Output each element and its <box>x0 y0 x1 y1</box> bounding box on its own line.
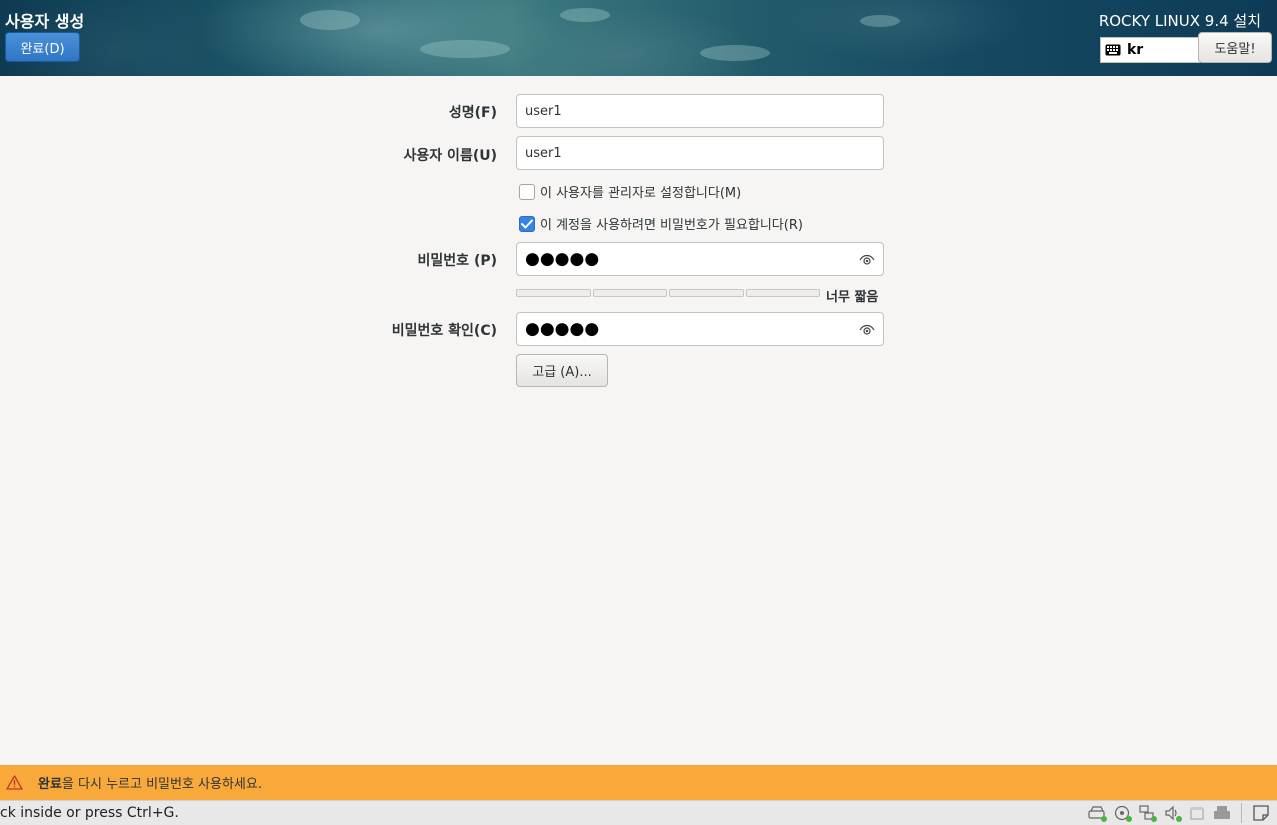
printer-icon[interactable] <box>1212 803 1232 823</box>
activity-dot <box>1151 816 1157 822</box>
activity-dot <box>1176 816 1182 822</box>
admin-checkbox[interactable] <box>519 183 535 200</box>
help-button[interactable]: 도움말! <box>1198 32 1272 63</box>
username-label: 사용자 이름(U) <box>403 148 497 164</box>
strength-segment <box>669 289 744 297</box>
keyboard-icon <box>1105 44 1121 56</box>
vm-device-icons <box>1087 803 1271 823</box>
cd-drive-icon[interactable] <box>1112 803 1132 823</box>
require-password-checkbox[interactable] <box>519 215 535 232</box>
activity-dot <box>1126 816 1132 822</box>
password-mask: ●●●●● <box>525 249 600 269</box>
header-texture <box>300 10 360 30</box>
password-strength-bar <box>516 289 820 297</box>
vm-hint-text: ck inside or press Ctrl+G. <box>0 805 179 821</box>
require-password-checkbox-label: 이 계정을 사용하려면 비밀번호가 필요합니다(R) <box>540 218 803 233</box>
strength-segment <box>592 289 667 297</box>
admin-checkbox-label: 이 사용자를 관리자로 설정합니다(M) <box>540 186 742 201</box>
header-texture <box>860 15 900 27</box>
network-icon[interactable] <box>1137 803 1157 823</box>
vm-status-bar: ck inside or press Ctrl+G. <box>0 800 1277 825</box>
show-confirm-password-eye-icon[interactable] <box>859 322 875 338</box>
warning-icon <box>6 775 23 790</box>
show-password-eye-icon[interactable] <box>859 252 875 268</box>
product-title: ROCKY LINUX 9.4 설치 <box>1098 12 1261 30</box>
warning-text: 을 다시 누르고 비밀번호 사용하세요. <box>61 777 262 792</box>
password-field[interactable]: ●●●●● <box>516 242 884 276</box>
admin-checkbox-row[interactable]: 이 사용자를 관리자로 설정합니다(M) <box>519 182 741 201</box>
activity-dot <box>1101 816 1107 822</box>
status-separator <box>1241 803 1242 823</box>
username-field[interactable]: user1 <box>516 136 884 170</box>
confirm-password-label: 비밀번호 확인(C) <box>391 323 497 339</box>
installer-header: 사용자 생성 완료(D) ROCKY LINUX 9.4 설치 kr 도움말! <box>0 0 1277 76</box>
warning-bold-text: 완료 <box>38 777 62 792</box>
fullname-label: 성명(F) <box>448 105 497 121</box>
page-title: 사용자 생성 <box>5 12 85 31</box>
confirm-password-mask: ●●●●● <box>525 319 600 339</box>
confirm-password-field[interactable]: ●●●●● <box>516 312 884 346</box>
keyboard-layout-label: kr <box>1127 42 1144 58</box>
keyboard-layout-indicator[interactable]: kr <box>1100 37 1200 63</box>
usb-icon[interactable] <box>1187 803 1207 823</box>
header-texture <box>560 8 610 22</box>
password-strength-text: 너무 짧음 <box>826 290 879 305</box>
header-texture <box>420 40 510 58</box>
fullname-field[interactable]: user1 <box>516 94 884 128</box>
password-label: 비밀번호 (P) <box>417 253 497 269</box>
hard-disk-icon[interactable] <box>1087 803 1107 823</box>
notes-icon[interactable] <box>1251 803 1271 823</box>
done-button[interactable]: 완료(D) <box>5 32 80 62</box>
warning-bar: 완료 을 다시 누르고 비밀번호 사용하세요. <box>0 765 1277 800</box>
advanced-button[interactable]: 고급 (A)... <box>516 354 608 387</box>
strength-segment <box>516 289 591 297</box>
strength-segment <box>745 289 820 297</box>
sound-icon[interactable] <box>1162 803 1182 823</box>
checkmark-icon <box>521 219 533 228</box>
require-password-checkbox-row[interactable]: 이 계정을 사용하려면 비밀번호가 필요합니다(R) <box>519 214 803 233</box>
header-texture <box>700 45 770 61</box>
